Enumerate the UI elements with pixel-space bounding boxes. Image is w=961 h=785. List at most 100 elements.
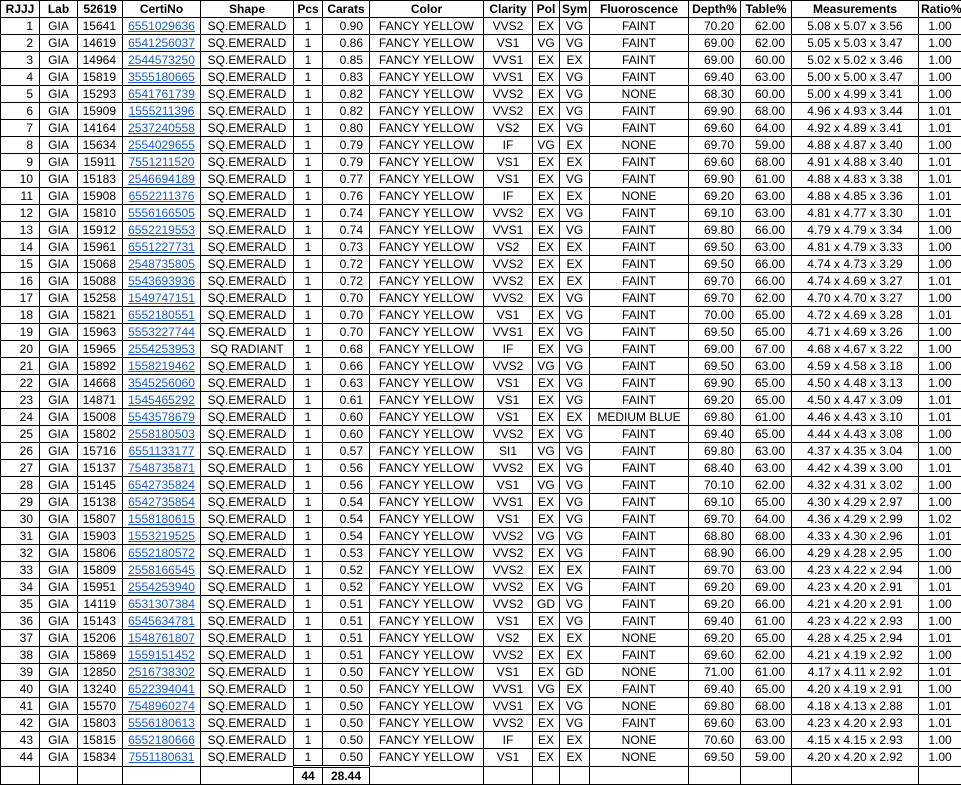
cell-ratio: 1.00 xyxy=(919,375,961,392)
certificate-link[interactable]: 7548960274 xyxy=(128,699,195,713)
cell-symmetry: GD xyxy=(560,664,590,681)
cell-symmetry: EX xyxy=(560,732,590,749)
cell-depth: 69.80 xyxy=(689,222,741,239)
certificate-link[interactable]: 6551133177 xyxy=(129,444,195,458)
cell-ratio: 1.00 xyxy=(919,222,961,239)
certificate-link[interactable]: 2516738302 xyxy=(128,665,195,679)
cell-fluorescence: FAINT xyxy=(590,222,689,239)
certificate-link[interactable]: 2546694189 xyxy=(128,172,195,186)
certificate-link[interactable]: 6542735854 xyxy=(128,495,195,509)
certificate-link[interactable]: 6552180572 xyxy=(128,546,195,560)
certificate-link[interactable]: 2554029655 xyxy=(128,138,195,152)
cell-carats: 0.76 xyxy=(323,188,370,205)
cell-table: 63.00 xyxy=(741,69,792,86)
cell-ratio: 1.01 xyxy=(919,409,961,426)
cell-fluorescence: FAINT xyxy=(590,681,689,698)
cell-ratio: 1.00 xyxy=(919,545,961,562)
certificate-link[interactable]: 1555211396 xyxy=(129,104,195,118)
cell-certificate: 2554253940 xyxy=(123,579,201,596)
cell-certificate: 2558180503 xyxy=(123,426,201,443)
certificate-link[interactable]: 6552219553 xyxy=(128,223,195,237)
certificate-link[interactable]: 6552211376 xyxy=(129,189,195,203)
certificate-link[interactable]: 2537240558 xyxy=(128,121,195,135)
certificate-link[interactable]: 6552180551 xyxy=(128,308,195,322)
cell-color: FANCY YELLOW xyxy=(370,732,484,749)
cell-table: 63.00 xyxy=(741,732,792,749)
table-row: 35GIA141196531307384SQ.EMERALD10.51FANCY… xyxy=(1,596,961,613)
cell-depth: 69.50 xyxy=(689,324,741,341)
cell-ratio: 1.00 xyxy=(919,681,961,698)
certificate-link[interactable]: 2544573250 xyxy=(128,53,195,67)
certificate-link[interactable]: 1558219462 xyxy=(128,359,195,373)
certificate-link[interactable]: 6552180666 xyxy=(128,733,195,747)
cell-lab: GIA xyxy=(40,375,78,392)
cell-polish: EX xyxy=(533,732,560,749)
totals-blank-cell xyxy=(123,767,201,785)
certificate-link[interactable]: 6545634781 xyxy=(128,614,195,628)
cell-carats: 0.70 xyxy=(323,290,370,307)
certificate-link[interactable]: 6541256037 xyxy=(128,36,195,50)
table-header-row: RJJJLab52619CertiNoShapePcsCaratsColorCl… xyxy=(1,1,961,18)
cell-shape: SQ.EMERALD xyxy=(201,545,294,562)
table-row: 41GIA155707548960274SQ.EMERALD10.50FANCY… xyxy=(1,698,961,715)
certificate-link[interactable]: 5553227744 xyxy=(128,325,195,339)
cell-lab: GIA xyxy=(40,222,78,239)
cell-serial: 37 xyxy=(1,630,40,647)
cell-certificate: 6552180572 xyxy=(123,545,201,562)
certificate-link[interactable]: 3555180665 xyxy=(128,70,195,84)
cell-shape: SQ.EMERALD xyxy=(201,443,294,460)
certificate-link[interactable]: 1558180615 xyxy=(128,512,195,526)
certificate-link[interactable]: 1545465292 xyxy=(128,393,195,407)
cell-measurements: 4.30 x 4.29 x 2.97 xyxy=(792,494,919,511)
certificate-link[interactable]: 7551180631 xyxy=(129,750,195,764)
cell-ratio: 1.00 xyxy=(919,749,961,767)
certificate-link[interactable]: 5543578679 xyxy=(128,410,195,424)
cell-symmetry: VG xyxy=(560,477,590,494)
certificate-link[interactable]: 6522394041 xyxy=(128,682,195,696)
certificate-link[interactable]: 6542735824 xyxy=(128,478,195,492)
certificate-link[interactable]: 5556166505 xyxy=(128,206,195,220)
certificate-link[interactable]: 5543693936 xyxy=(128,274,195,288)
certificate-link[interactable]: 2548735805 xyxy=(128,257,195,271)
cell-depth: 70.20 xyxy=(689,18,741,35)
cell-shape: SQ.EMERALD xyxy=(201,273,294,290)
certificate-link[interactable]: 7551211520 xyxy=(129,155,195,169)
table-body: 1GIA156416551029636SQ.EMERALD10.90FANCY … xyxy=(1,18,961,767)
certificate-link[interactable]: 2558180503 xyxy=(128,427,195,441)
certificate-link[interactable]: 7548735871 xyxy=(128,461,195,475)
certificate-link[interactable]: 6541761739 xyxy=(128,87,195,101)
certificate-link[interactable]: 2554253953 xyxy=(128,342,195,356)
cell-color: FANCY YELLOW xyxy=(370,205,484,222)
certificate-link[interactable]: 1549747151 xyxy=(128,291,195,305)
certificate-link[interactable]: 1553219525 xyxy=(128,529,195,543)
cell-symmetry: VG xyxy=(560,324,590,341)
cell-carats: 0.53 xyxy=(323,545,370,562)
cell-certificate: 2537240558 xyxy=(123,120,201,137)
certificate-link[interactable]: 3545256060 xyxy=(128,376,195,390)
cell-depth: 70.60 xyxy=(689,732,741,749)
cell-symmetry: EX xyxy=(560,647,590,664)
cell-table: 64.00 xyxy=(741,511,792,528)
certificate-link[interactable]: 2554253940 xyxy=(128,580,195,594)
cell-shape: SQ.EMERALD xyxy=(201,154,294,171)
cell-color: FANCY YELLOW xyxy=(370,375,484,392)
certificate-link[interactable]: 6551227731 xyxy=(128,240,195,254)
certificate-link[interactable]: 2558166545 xyxy=(128,563,195,577)
cell-fluorescence: FAINT xyxy=(590,545,689,562)
cell-clarity: VVS2 xyxy=(484,256,533,273)
certificate-link[interactable]: 6531307384 xyxy=(128,597,195,611)
cell-ratio: 1.00 xyxy=(919,256,961,273)
certificate-link[interactable]: 6551029636 xyxy=(128,19,195,33)
cell-pcs: 1 xyxy=(294,375,323,392)
cell-depth: 70.00 xyxy=(689,307,741,324)
cell-measurements: 4.81 x 4.79 x 3.33 xyxy=(792,239,919,256)
certificate-link[interactable]: 1559151452 xyxy=(128,648,195,662)
cell-polish: VG xyxy=(533,477,560,494)
cell-stock-id: 15834 xyxy=(78,749,123,767)
certificate-link[interactable]: 5556180613 xyxy=(128,716,195,730)
cell-polish: EX xyxy=(533,324,560,341)
cell-color: FANCY YELLOW xyxy=(370,154,484,171)
cell-polish: VG xyxy=(533,443,560,460)
cell-lab: GIA xyxy=(40,749,78,767)
certificate-link[interactable]: 1548761807 xyxy=(128,631,195,645)
